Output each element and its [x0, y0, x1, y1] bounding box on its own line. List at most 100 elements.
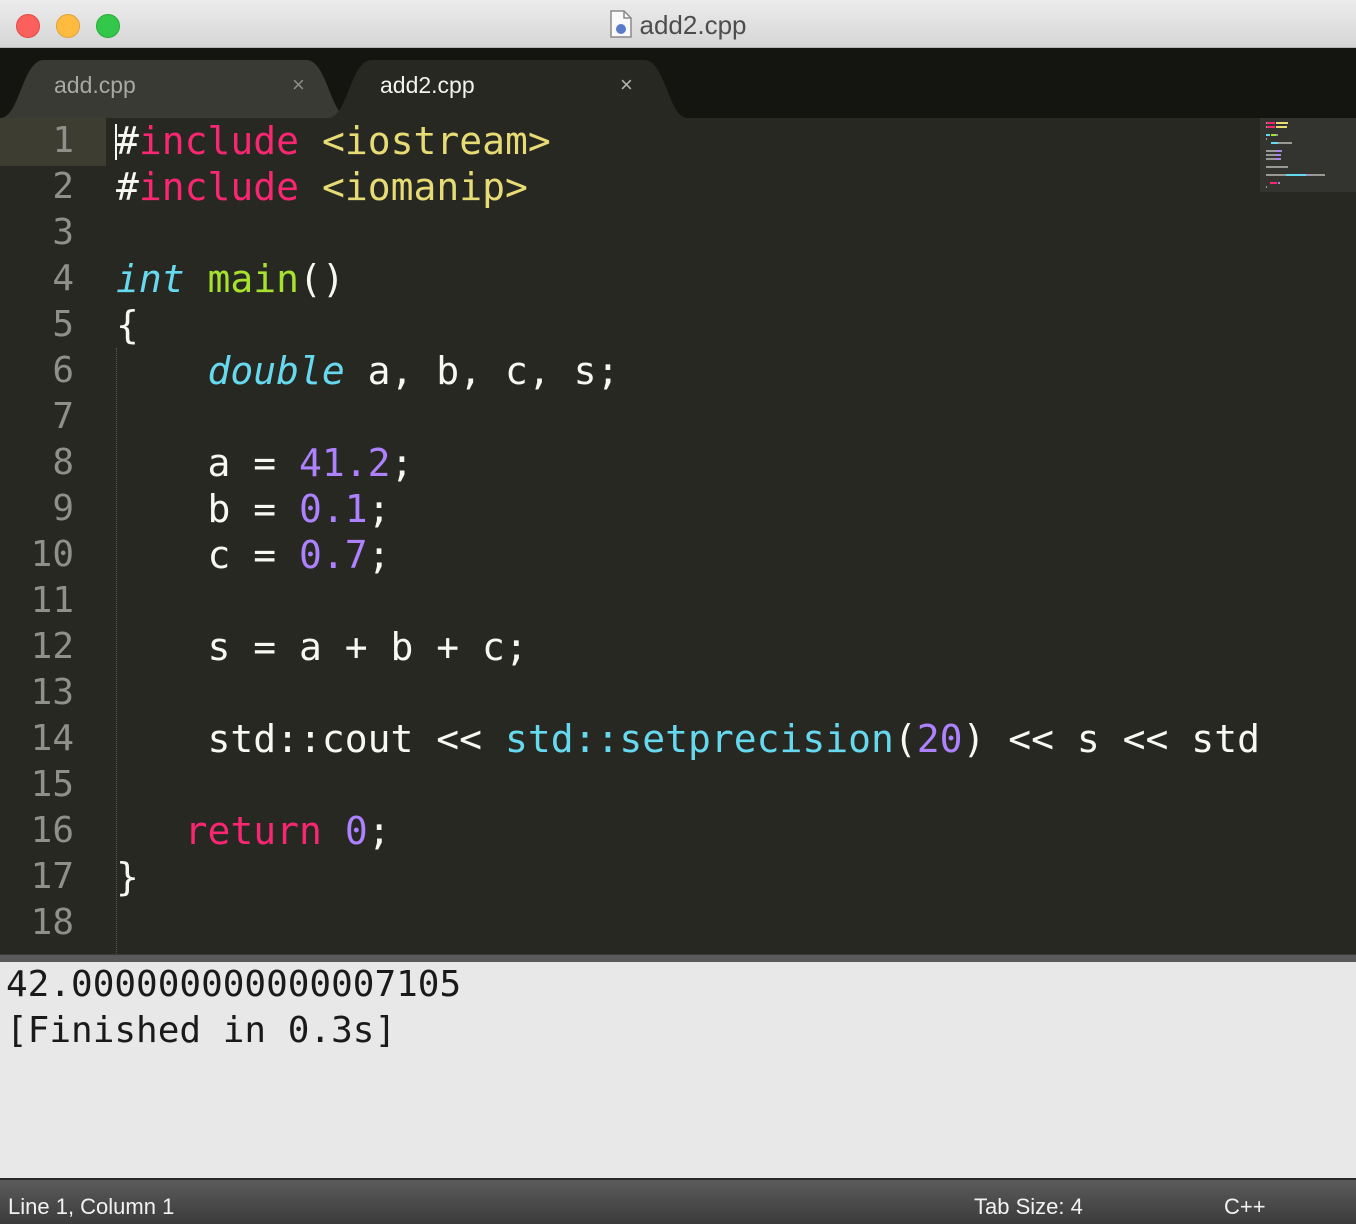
cursor-position: Line 1, Column 1 [8, 1194, 175, 1219]
code-line[interactable]: double a, b, c, s; [116, 348, 1260, 394]
output-line: [Finished in 0.3s] [6, 1010, 397, 1051]
panel-divider[interactable] [0, 954, 1356, 962]
code-line[interactable]: return 0; [116, 808, 1260, 854]
code-line[interactable] [116, 762, 1260, 808]
window-title: add2.cpp [0, 10, 1356, 41]
minimap-mark [1280, 158, 1281, 160]
code-line[interactable]: b = 0.1; [116, 486, 1260, 532]
line-number: 12 [30, 626, 74, 667]
minimap-mark [1266, 150, 1276, 152]
code-line[interactable]: int main() [116, 256, 1260, 302]
status-bar: Line 1, Column 1 Tab Size: 4 C++ [0, 1178, 1356, 1224]
minimap-mark [1286, 174, 1306, 176]
minimap[interactable] [1260, 118, 1356, 954]
syntax-selector[interactable]: C++ [1224, 1194, 1266, 1220]
code-token: s = a + b + c; [116, 625, 528, 669]
line-number: 13 [30, 672, 74, 713]
minimap-mark [1276, 122, 1288, 124]
code-line[interactable]: #include <iomanip> [116, 164, 1260, 210]
line-number: 15 [30, 764, 74, 805]
line-number: 1 [52, 120, 74, 161]
code-line[interactable] [116, 900, 1260, 946]
tab-bar: add.cpp × add2.cpp × [0, 48, 1356, 118]
code-token: include [138, 165, 300, 209]
line-number-gutter: 1 2 3 4 5 6 7 8 9 10 11 12 13 14 15 16 17 18 [0, 118, 88, 946]
code-token: <iomanip> [321, 165, 528, 209]
minimap-mark [1280, 154, 1281, 156]
code-token: ; [390, 441, 414, 485]
line-number: 10 [30, 534, 74, 575]
cpp-file-icon [609, 10, 632, 38]
code-token: () [299, 257, 345, 301]
code-token: a = [116, 441, 300, 485]
code-token: ; [367, 487, 391, 531]
minimap-mark [1276, 126, 1287, 128]
code-line[interactable] [116, 210, 1260, 256]
minimap-mark [1266, 186, 1267, 188]
code-token: return [184, 809, 322, 853]
minimap-mark [1278, 142, 1292, 144]
line-number: 5 [52, 304, 74, 345]
code-token: <iostream> [321, 119, 551, 163]
text-caret [115, 124, 117, 160]
code-token: ( [893, 717, 917, 761]
code-area[interactable]: #include <iostream> #include <iomanip> in… [116, 118, 1260, 946]
code-line[interactable]: { [116, 302, 1260, 348]
minimap-mark [1271, 142, 1278, 144]
tab-add-cpp[interactable]: add.cpp × [0, 60, 350, 118]
code-line[interactable]: s = a + b + c; [116, 624, 1260, 670]
code-token: int [116, 257, 185, 301]
code-line[interactable]: std::cout << std::setprecision(20) << s … [116, 716, 1260, 762]
code-line[interactable]: a = 41.2; [116, 440, 1260, 486]
minimap-mark [1266, 134, 1270, 136]
minimap-mark [1279, 182, 1280, 184]
line-number: 17 [30, 856, 74, 897]
line-number: 7 [52, 396, 74, 437]
code-token: } [116, 855, 139, 899]
tab-close-icon[interactable]: × [620, 72, 633, 98]
tab-size-selector[interactable]: Tab Size: 4 [974, 1194, 1083, 1220]
line-number: 6 [52, 350, 74, 391]
minimap-mark [1266, 166, 1288, 168]
code-token: 0.7 [299, 533, 368, 577]
code-token: std::cout << [116, 717, 505, 761]
line-number: 8 [52, 442, 74, 483]
minimap-mark [1309, 174, 1325, 176]
code-token: std::setprecision [504, 717, 894, 761]
code-token: { [116, 303, 139, 347]
code-line[interactable]: c = 0.7; [116, 532, 1260, 578]
code-token: 0 [344, 809, 368, 853]
code-token: double [207, 349, 345, 393]
code-token: include [138, 119, 300, 163]
tab-close-icon[interactable]: × [292, 72, 305, 98]
code-editor[interactable]: 1 2 3 4 5 6 7 8 9 10 11 12 13 14 15 16 17 18 #include <io… [0, 118, 1260, 954]
minimap-mark [1266, 154, 1276, 156]
code-token: ) << s << std [962, 717, 1260, 761]
minimap-mark [1267, 126, 1275, 128]
code-token: main [207, 257, 300, 301]
tab-add2-cpp[interactable]: add2.cpp × [328, 60, 688, 118]
output-line: 42.000000000000007105 [6, 964, 462, 1005]
code-line[interactable] [116, 670, 1260, 716]
code-line[interactable]: #include <iostream> [116, 118, 1260, 164]
minimap-mark [1281, 150, 1282, 152]
tab-label: add.cpp [54, 72, 136, 98]
title-bar: add2.cpp [0, 0, 1356, 48]
code-line[interactable] [116, 394, 1260, 440]
line-number: 3 [52, 212, 74, 253]
line-number: 14 [30, 718, 74, 759]
code-token: b = [116, 487, 300, 531]
line-number: 11 [30, 580, 74, 621]
window-title-text: add2.cpp [639, 10, 747, 40]
minimap-mark [1276, 134, 1278, 136]
code-line[interactable] [116, 578, 1260, 624]
code-token: c = [116, 533, 300, 577]
build-output-panel: 42.000000000000007105 [Finished in 0.3s] [0, 962, 1356, 1178]
code-token: # [116, 119, 139, 163]
minimap-mark [1267, 122, 1275, 124]
code-line[interactable]: } [116, 854, 1260, 900]
